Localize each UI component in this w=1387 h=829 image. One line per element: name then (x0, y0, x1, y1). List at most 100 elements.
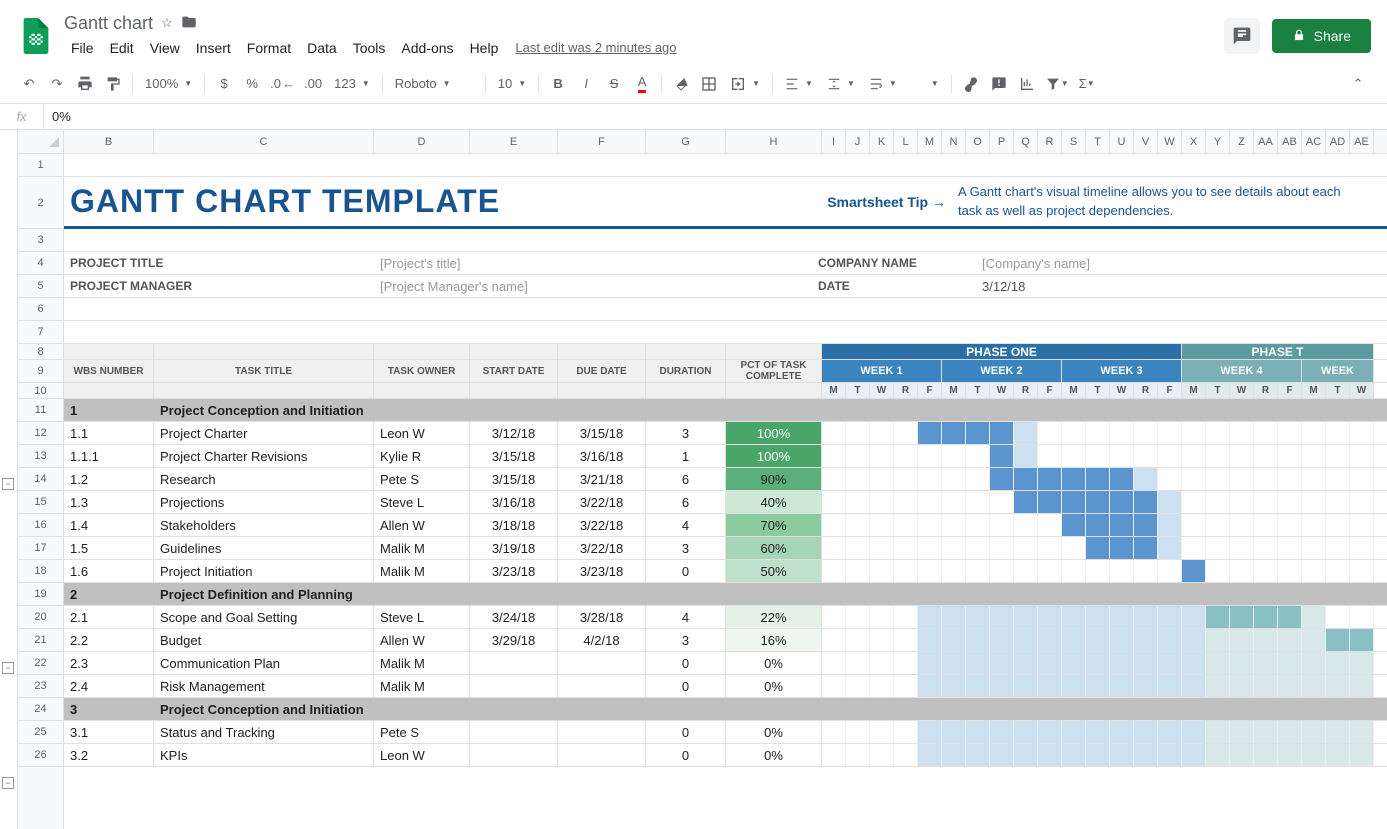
due[interactable]: 3/15/18 (558, 422, 646, 444)
text-color-button[interactable]: A (629, 71, 655, 97)
redo-button[interactable]: ↷ (44, 71, 70, 97)
gantt-cell[interactable] (1254, 491, 1278, 513)
day[interactable]: M (942, 383, 966, 398)
gantt-cell[interactable] (1206, 514, 1230, 536)
gantt-cell[interactable] (1014, 491, 1038, 513)
gantt-cell[interactable] (990, 606, 1014, 628)
start[interactable]: 3/12/18 (470, 422, 558, 444)
gantt-cell[interactable] (1086, 675, 1110, 697)
rowhdr-15[interactable]: 15 (18, 491, 63, 514)
gantt-cell[interactable] (822, 445, 846, 467)
th-due[interactable]: DUE DATE (558, 360, 646, 382)
section-wbs[interactable]: 3 (64, 698, 154, 720)
wbs[interactable]: 2.4 (64, 675, 154, 697)
date-value[interactable]: 3/12/18 (976, 275, 1374, 297)
menu-format[interactable]: Format (240, 36, 298, 60)
gantt-cell[interactable] (1182, 491, 1206, 513)
gantt-cell[interactable] (1350, 537, 1374, 559)
th-owner[interactable]: TASK OWNER (374, 360, 470, 382)
gantt-cell[interactable] (1086, 514, 1110, 536)
duration[interactable]: 0 (646, 652, 726, 674)
gantt-cell[interactable] (1254, 721, 1278, 743)
gantt-cell[interactable] (966, 422, 990, 444)
pct[interactable]: 60% (726, 537, 822, 559)
gantt-cell[interactable] (1350, 491, 1374, 513)
gantt-cell[interactable] (1014, 721, 1038, 743)
task-title[interactable]: Project Charter Revisions (154, 445, 374, 467)
pm-value[interactable]: [Project Manager's name] (374, 275, 812, 297)
day[interactable]: F (1158, 383, 1182, 398)
gantt-cell[interactable] (918, 537, 942, 559)
phase-2[interactable]: PHASE T (1182, 344, 1374, 359)
gantt-cell[interactable] (870, 606, 894, 628)
colhdr-X[interactable]: X (1182, 130, 1206, 153)
gantt-cell[interactable] (1302, 652, 1326, 674)
gantt-cell[interactable] (1302, 445, 1326, 467)
gantt-cell[interactable] (990, 537, 1014, 559)
gantt-cell[interactable] (1158, 422, 1182, 444)
gantt-cell[interactable] (846, 744, 870, 766)
wbs[interactable]: 1.5 (64, 537, 154, 559)
percent-button[interactable]: % (239, 71, 265, 97)
gantt-cell[interactable] (1134, 721, 1158, 743)
gantt-cell[interactable] (942, 629, 966, 651)
gantt-cell[interactable] (1134, 560, 1158, 582)
section-wbs[interactable]: 2 (64, 583, 154, 605)
gantt-cell[interactable] (918, 606, 942, 628)
gantt-cell[interactable] (942, 422, 966, 444)
gantt-cell[interactable] (1014, 514, 1038, 536)
colhdr-Z[interactable]: Z (1230, 130, 1254, 153)
menu-tools[interactable]: Tools (346, 36, 393, 60)
gantt-cell[interactable] (1086, 721, 1110, 743)
gantt-cell[interactable] (846, 514, 870, 536)
duration[interactable]: 4 (646, 514, 726, 536)
gantt-cell[interactable] (1134, 468, 1158, 490)
valign-button[interactable]: ▼ (821, 77, 861, 91)
due[interactable]: 3/28/18 (558, 606, 646, 628)
gantt-cell[interactable] (846, 560, 870, 582)
gantt-cell[interactable] (1038, 514, 1062, 536)
gantt-cell[interactable] (1326, 652, 1350, 674)
duration[interactable]: 0 (646, 675, 726, 697)
th[interactable] (646, 383, 726, 398)
gantt-cell[interactable] (918, 560, 942, 582)
day[interactable]: F (1278, 383, 1302, 398)
gantt-cell[interactable] (1206, 606, 1230, 628)
colhdr-AD[interactable]: AD (1326, 130, 1350, 153)
colhdr-I[interactable]: I (822, 130, 846, 153)
gantt-cell[interactable] (1038, 422, 1062, 444)
gantt-cell[interactable] (894, 629, 918, 651)
gantt-cell[interactable] (990, 445, 1014, 467)
owner[interactable]: Kylie R (374, 445, 470, 467)
gantt-cell[interactable] (894, 721, 918, 743)
th-dur[interactable] (646, 344, 726, 359)
due[interactable]: 3/21/18 (558, 468, 646, 490)
gantt-cell[interactable] (1014, 606, 1038, 628)
owner[interactable]: Allen W (374, 629, 470, 651)
gantt-cell[interactable] (870, 514, 894, 536)
day[interactable]: W (1230, 383, 1254, 398)
gantt-cell[interactable] (870, 468, 894, 490)
gantt-cell[interactable] (1278, 514, 1302, 536)
owner[interactable]: Malik M (374, 537, 470, 559)
gantt-cell[interactable] (1110, 560, 1134, 582)
gantt-cell[interactable] (1062, 629, 1086, 651)
gantt-cell[interactable] (966, 445, 990, 467)
day[interactable]: T (1326, 383, 1350, 398)
outline-toggle-2[interactable]: − (2, 662, 14, 674)
gantt-cell[interactable] (1134, 491, 1158, 513)
wbs[interactable]: 1.1.1 (64, 445, 154, 467)
pct[interactable]: 16% (726, 629, 822, 651)
gantt-cell[interactable] (1302, 629, 1326, 651)
day[interactable]: R (1134, 383, 1158, 398)
gantt-cell[interactable] (1086, 629, 1110, 651)
gantt-cell[interactable] (894, 445, 918, 467)
share-button[interactable]: Share (1272, 19, 1371, 53)
rowhdr-26[interactable]: 26 (18, 744, 63, 767)
colhdr-W[interactable]: W (1158, 130, 1182, 153)
cell[interactable] (64, 298, 1374, 320)
pct[interactable]: 100% (726, 445, 822, 467)
gantt-cell[interactable] (1038, 491, 1062, 513)
gantt-cell[interactable] (1326, 468, 1350, 490)
gantt-cell[interactable] (966, 721, 990, 743)
